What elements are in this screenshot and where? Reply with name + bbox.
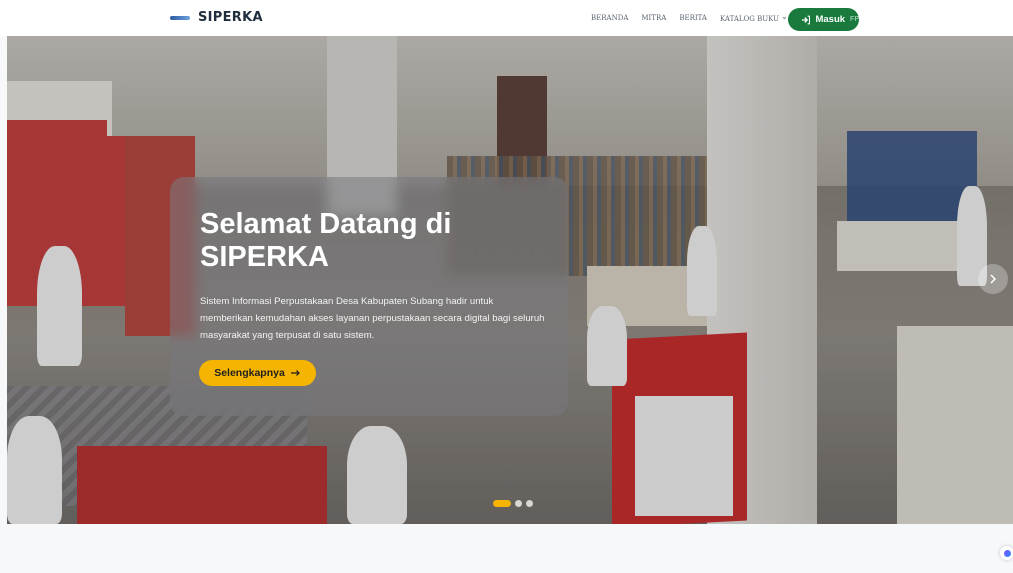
carousel-dot-2[interactable]: [515, 500, 522, 507]
brand[interactable]: SIPERKA: [170, 10, 263, 25]
hero-description: Sistem Informasi Perpustakaan Desa Kabup…: [200, 296, 545, 341]
login-label: Masuk: [815, 14, 846, 25]
carousel-dot-1[interactable]: [493, 500, 511, 507]
main-nav: BERANDA MITRA BERITA KATALOG BUKU: [591, 14, 788, 23]
nav-link-berita[interactable]: BERITA: [679, 14, 707, 23]
hero-title: Selamat Datang di SIPERKA: [200, 208, 452, 273]
arrow-right-icon: [290, 370, 300, 376]
read-more-button[interactable]: Selengkapnya: [199, 360, 316, 386]
brand-logo: [170, 15, 190, 20]
login-extra: FP: [850, 16, 859, 23]
below-hero-section: [0, 524, 1013, 573]
carousel-dot-3[interactable]: [526, 500, 533, 507]
top-navbar: SIPERKA BERANDA MITRA BERITA KATALOG BUK…: [0, 0, 1013, 36]
hero-card: Selamat Datang di SIPERKA Sistem Informa…: [170, 177, 568, 416]
login-arrow-icon: [801, 15, 811, 24]
hero-carousel: Selamat Datang di SIPERKA Sistem Informa…: [7, 36, 1013, 524]
chevron-right-icon: [990, 274, 997, 284]
carousel-next-button[interactable]: [978, 264, 1008, 294]
nav-link-beranda[interactable]: BERANDA: [591, 14, 628, 23]
carousel-indicators: [493, 500, 533, 507]
brand-name: SIPERKA: [198, 10, 263, 25]
read-more-label: Selengkapnya: [214, 367, 285, 379]
floating-widget-icon[interactable]: [1000, 546, 1013, 560]
login-button[interactable]: Masuk FP: [788, 8, 859, 31]
nav-link-katalog-buku[interactable]: KATALOG BUKU: [720, 14, 788, 23]
nav-link-mitra[interactable]: MITRA: [641, 14, 666, 23]
